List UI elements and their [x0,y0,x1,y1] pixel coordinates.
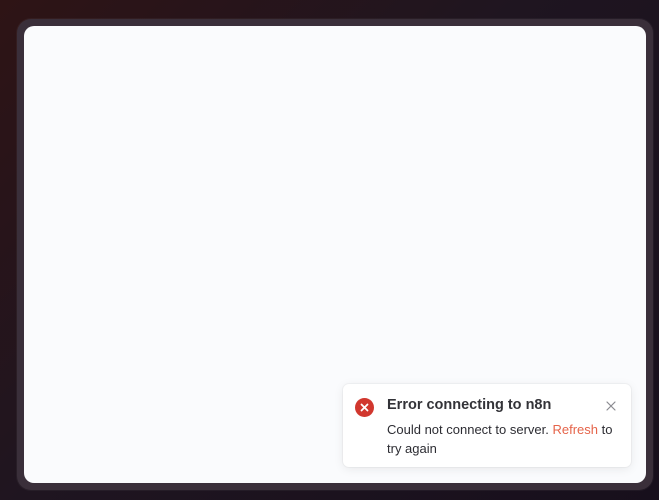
toast-message-prefix: Could not connect to server. [387,422,549,437]
refresh-link[interactable]: Refresh [553,422,599,437]
toast-title: Error connecting to n8n [387,397,552,413]
close-icon[interactable] [603,398,619,414]
error-toast: Error connecting to n8n Could not connec… [343,384,631,467]
error-circle-icon [355,398,374,417]
toast-message: Could not connect to server. Refresh to … [387,420,613,458]
